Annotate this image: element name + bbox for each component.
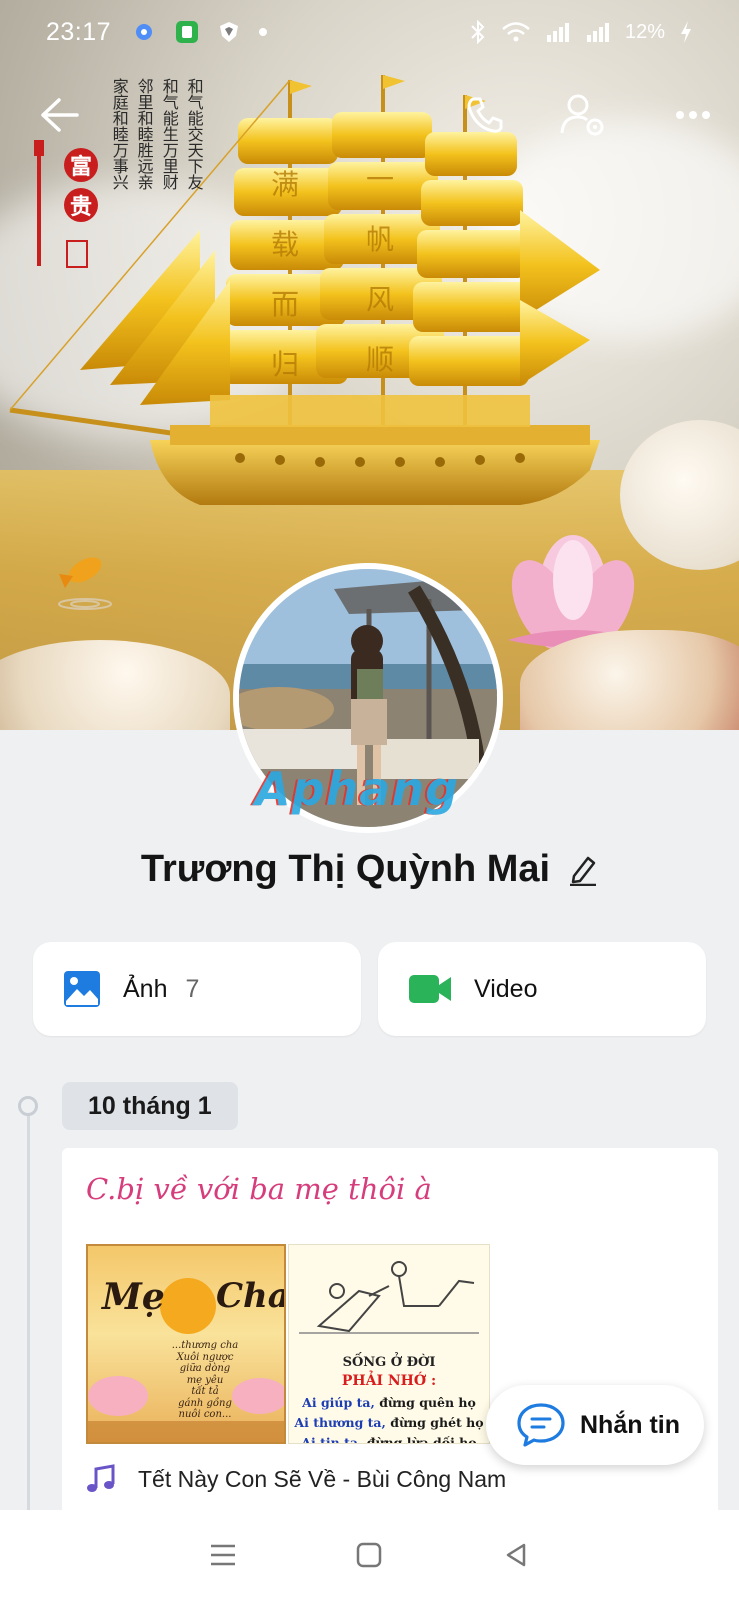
calligraphy-left: 邻里和睦胜远亲 家庭和睦万事兴 — [109, 78, 154, 190]
app-icon — [176, 21, 199, 43]
photos-count: 7 — [185, 974, 200, 1003]
photos-label: Ảnh — [123, 974, 168, 1003]
timeline-date: 10 tháng 1 — [62, 1082, 238, 1130]
profile-settings-button[interactable] — [556, 90, 610, 140]
message-button[interactable]: Nhắn tin — [486, 1385, 704, 1465]
sail-characters: 一帆风顺 — [365, 163, 394, 376]
song-title: Tết Này Con Sẽ Về - Bùi Công Nam — [138, 1465, 507, 1492]
music-note-icon — [87, 1464, 115, 1492]
helping-hand-sketch — [299, 1261, 479, 1334]
wifi-icon — [502, 22, 530, 42]
back-button[interactable] — [34, 90, 84, 140]
status-bar: 23:17 12% — [0, 0, 739, 64]
video-button[interactable]: Video — [378, 942, 706, 1036]
seal-top: 富 — [64, 148, 98, 182]
post-text: C.bị về với ba mẹ thôi à — [86, 1172, 432, 1206]
more-options-button[interactable] — [668, 90, 718, 140]
status-time: 23:17 — [46, 17, 112, 46]
quote-line: Ai giúp ta, đừng quên họ — [302, 1395, 476, 1410]
post-song[interactable]: Tết Này Con Sẽ Về - Bùi Công Nam — [86, 1464, 506, 1494]
back-icon — [41, 98, 79, 132]
chinese-knot-icon — [34, 140, 44, 266]
battery-percent: 12% — [624, 20, 665, 43]
goldfish-icon — [58, 557, 112, 610]
seal-bottom: 贵 — [64, 188, 98, 222]
signal-icon — [546, 23, 569, 42]
gear-icon — [136, 24, 153, 40]
shield-icon — [220, 22, 239, 42]
calligraphy-line: 邻里和睦胜远亲 — [134, 78, 154, 190]
quote-subtitle: PHẢI NHỚ : — [341, 1373, 437, 1389]
quote-line: Ai thương ta, đừng ghét họ — [294, 1415, 484, 1430]
quote-title: SỐNG Ở ĐỜI — [342, 1355, 436, 1370]
charging-icon — [681, 21, 691, 43]
quote-line: Ai tin ta, đừng lừa dối họ — [301, 1435, 477, 1444]
watermark-logo: Aphang — [255, 762, 459, 816]
menu-icon[interactable] — [209, 1542, 237, 1568]
video-camera-icon — [409, 975, 451, 1003]
back-triangle-icon[interactable] — [502, 1541, 530, 1569]
timeline-line — [27, 1105, 30, 1525]
photos-button[interactable]: Ảnh 7 — [33, 942, 361, 1036]
system-navigation-bar — [0, 1510, 739, 1600]
red-stamp — [66, 240, 88, 268]
sail-characters: 满载而归 — [270, 168, 299, 381]
signal-icon — [586, 23, 609, 42]
timeline-post[interactable]: C.bị về với ba mẹ thôi à Mẹ Cha ...thươn… — [62, 1148, 718, 1528]
home-icon[interactable] — [355, 1541, 383, 1569]
video-label: Video — [474, 974, 538, 1003]
profile-name: Trương Thị Quỳnh Mai — [140, 848, 551, 890]
post-image-quote[interactable]: SỐNG Ở ĐỜI PHẢI NHỚ : Ai giúp ta, đừng q… — [288, 1244, 490, 1444]
profile-name-row: Trương Thị Quỳnh Mai — [0, 848, 739, 891]
calligraphy-right: 和气能交天下友 和气能生万里财 — [159, 78, 204, 190]
timeline-node — [18, 1096, 38, 1116]
calligraphy-line: 和气能交天下友 — [184, 78, 204, 190]
edit-pencil-icon[interactable] — [568, 854, 598, 886]
calligraphy-line: 和气能生万里财 — [159, 78, 179, 190]
artwork-poem: ...thương cha Xuôi ngược giữa dòng mẹ yê… — [171, 1340, 239, 1420]
call-button[interactable] — [460, 90, 510, 140]
more-icon — [676, 111, 710, 119]
phone-icon — [467, 97, 503, 133]
dot-icon — [259, 28, 268, 36]
message-label: Nhắn tin — [580, 1410, 680, 1439]
artwork-word-me: Mẹ — [102, 1276, 165, 1318]
artwork-word-cha: Cha — [216, 1276, 286, 1316]
post-image-parents[interactable]: Mẹ Cha ...thương cha Xuôi ngược giữa dòn… — [86, 1244, 286, 1444]
profile-settings-icon — [560, 94, 604, 136]
calligraphy-line: 家庭和睦万事兴 — [109, 78, 129, 190]
bluetooth-icon — [471, 20, 485, 44]
chat-bubble-icon — [517, 1403, 565, 1447]
photo-icon — [64, 971, 100, 1007]
